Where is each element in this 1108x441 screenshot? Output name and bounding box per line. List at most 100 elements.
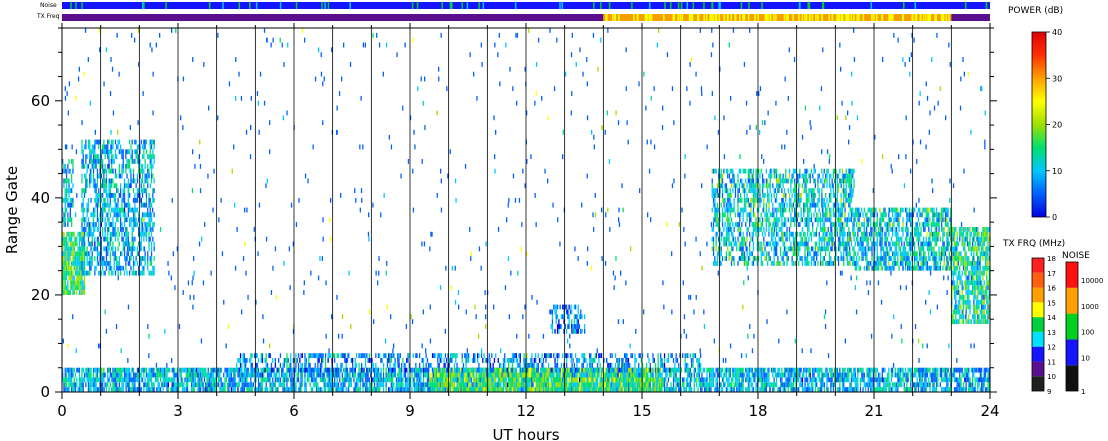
echo-cell [639,382,641,388]
txfreq-flicker [712,14,714,21]
echo-cell [359,387,361,392]
echo-cell [131,236,133,242]
echo-cell [974,382,976,388]
echo-cell [386,358,389,363]
echo-cell [702,382,704,388]
echo-cell [972,372,974,378]
echo-cell [814,382,816,388]
echo-cell [558,353,560,359]
echo-cell [136,261,139,266]
echo-cell [727,377,729,383]
echo-cell [578,372,581,378]
echo-cell [502,372,505,378]
echo-cell [210,382,212,388]
txfreq-strip-label: TX Freq [36,13,60,20]
echo-cell [856,382,858,388]
echo-cell [895,387,898,392]
echo-cell [149,227,151,232]
echo-cell [540,367,542,373]
echo-cell [584,372,586,378]
echo-cell [638,353,640,359]
echo-cell [69,246,71,252]
echo-cell [459,377,461,383]
echo-cell [875,387,877,392]
echo-cell [962,382,965,388]
echo-cell [777,367,779,373]
echo-cell [453,353,456,359]
echo-cell [513,358,515,363]
echo-cell [979,372,981,378]
noise-strip-tick [441,2,444,9]
echo-cell [928,377,930,383]
txfreq-flicker [853,14,855,21]
echo-cell [955,367,957,373]
echo-cell [669,387,671,392]
echo-cell [981,367,983,373]
echo-cell [725,377,728,383]
echo-cell [840,372,842,378]
echo-cell [279,382,282,388]
echo-cell [239,358,242,363]
echo-cell [117,217,119,223]
echo-cell [846,372,849,378]
echo-cell [830,387,832,392]
echo-cell [612,387,614,392]
echo-cell [265,353,267,359]
echo-cell [747,377,749,383]
echo-cell [492,387,494,392]
echo-cell [71,265,73,271]
echo-cell [698,362,700,368]
echo-cell [131,251,133,257]
echo-cell [643,372,645,378]
echo-cell [114,382,117,388]
echo-cell [390,387,392,392]
echo-cell [136,372,139,378]
echo-cell [290,353,292,359]
echo-cell [672,382,675,388]
echo-cell [224,367,226,373]
echo-cell [706,377,708,383]
echo-cell [732,387,734,392]
echo-cell [116,261,118,266]
echo-cell [114,372,117,378]
echo-cell [402,387,404,392]
echo-cell [198,367,200,373]
echo-cell [819,377,822,383]
echo-cell [473,377,475,383]
echo-cell [598,372,600,378]
echo-cell [604,387,606,392]
echo-cell [622,377,624,383]
echo-cell [65,193,68,198]
echo-cell [812,367,814,373]
echo-cell [544,367,546,373]
echo-cell [498,387,501,392]
echo-cell [321,372,323,378]
echo-cell [459,387,461,392]
echo-cell [83,270,86,276]
txfreq-flicker [948,14,950,21]
echo-cell [920,372,922,378]
echo-cell [358,377,360,383]
echo-cell [591,362,593,368]
echo-cell [462,372,465,378]
echo-cell [538,382,541,388]
echo-cell [906,387,908,392]
echo-cell [187,367,189,373]
echo-cell [270,382,273,388]
echo-cell [582,353,584,359]
echo-cell [340,353,342,359]
echo-cell [464,387,466,392]
echo-cell [86,256,88,261]
echo-cell [879,382,881,388]
echo-cell [468,353,470,359]
echo-cell [265,367,267,373]
echo-cell [260,382,262,388]
echo-cell [72,241,74,247]
echo-cell [656,377,658,383]
echo-cell [290,362,292,368]
echo-cell [242,372,244,378]
echo-cell [353,372,355,378]
echo-cell [972,367,974,373]
echo-cell [921,382,923,388]
echo-cell [555,353,557,359]
